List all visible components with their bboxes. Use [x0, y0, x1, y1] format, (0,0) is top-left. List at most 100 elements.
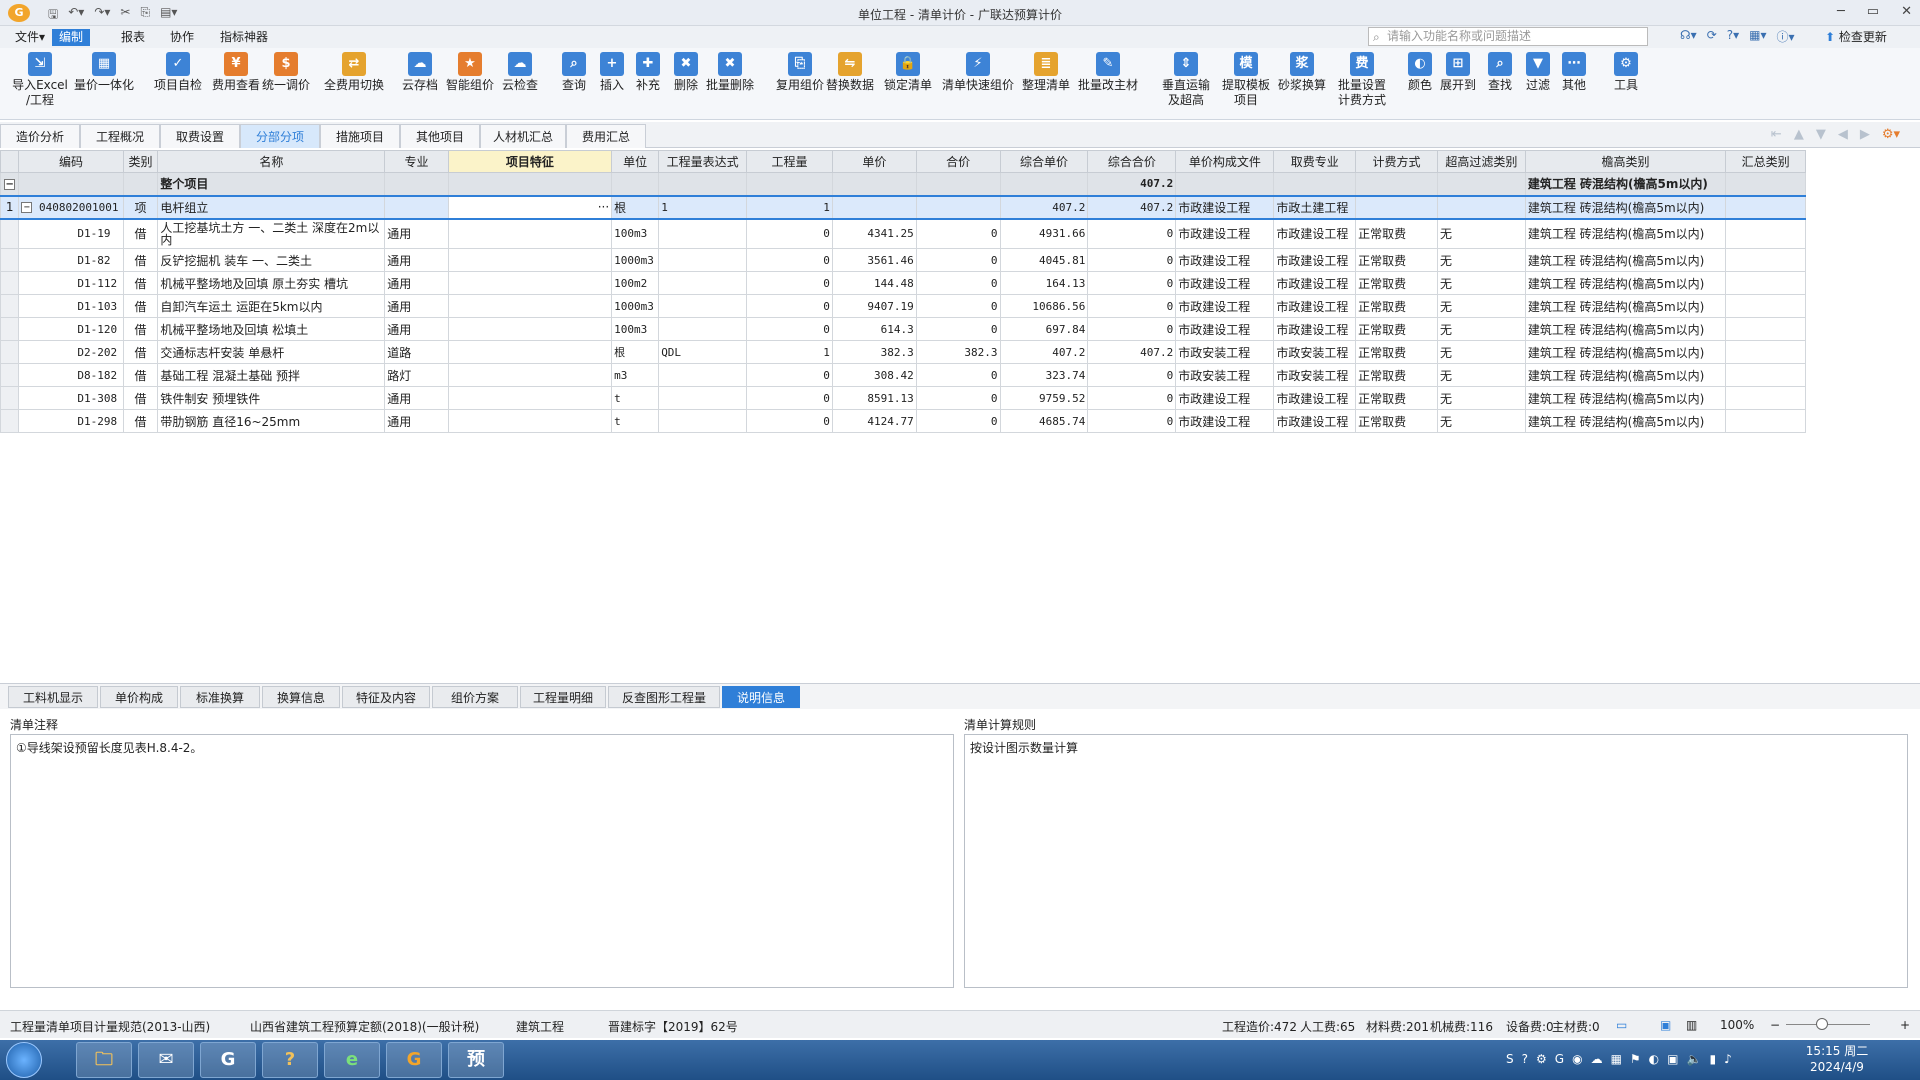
ribbon-button-batch-fee[interactable]: 费批量设置 计费方式 [1330, 52, 1394, 108]
detail-tab-2[interactable]: 标准换算 [180, 686, 260, 708]
row-amount[interactable]: 0 [915, 363, 1001, 387]
column-header[interactable]: 类别 [122, 150, 159, 173]
row-amount[interactable]: 0 [915, 271, 1001, 295]
tab-5[interactable]: 其他项目 [400, 124, 480, 148]
row-quantity[interactable]: 0 [746, 218, 833, 249]
row-name[interactable]: 带肋钢筋 直径16~25mm [157, 409, 386, 433]
ribbon-button-quick-price[interactable]: ⚡ 清单快速组价 [939, 52, 1017, 93]
tab-6[interactable]: 人材机汇总 [480, 124, 566, 148]
row-comp-price[interactable]: 323.74 [999, 363, 1089, 387]
row-feature[interactable] [447, 317, 613, 341]
refresh-icon[interactable]: ⟳ [1707, 28, 1717, 45]
row-fee-method[interactable]: 正常取费 [1355, 340, 1438, 364]
layout-icon[interactable]: ▭ [1616, 1018, 1627, 1032]
row-fee-method[interactable]: 正常取费 [1355, 294, 1438, 318]
tray-network-icon[interactable]: ▦ [1611, 1052, 1622, 1066]
row-comp-amount[interactable]: 0 [1087, 386, 1177, 410]
row-price-file[interactable]: 市政安装工程 [1175, 363, 1275, 387]
ribbon-button-qty-price[interactable]: ▦ 量价一体化 [71, 52, 137, 93]
help-icon[interactable]: ?▾ [1727, 28, 1739, 45]
detail-tab-6[interactable]: 工程量明细 [520, 686, 606, 708]
table-row[interactable]: D8-182 借基础工程 混凝土基础 预拌 路灯 m3 0 308.42 0 323.74 0 市… [0, 363, 1806, 387]
row-price[interactable]: 382.3 [831, 340, 917, 364]
row-type[interactable]: 借 [122, 294, 159, 318]
row-quantity[interactable]: 0 [746, 271, 833, 295]
row-expression[interactable] [658, 294, 748, 318]
row-code[interactable]: − 040802001001 [18, 194, 124, 220]
row-feature[interactable] [447, 386, 613, 410]
detail-tab-3[interactable]: 换算信息 [262, 686, 340, 708]
column-header[interactable]: 综合单价 [999, 150, 1089, 173]
row-price[interactable]: 8591.13 [831, 386, 917, 410]
column-header[interactable]: 计费方式 [1355, 150, 1438, 173]
column-header[interactable]: 超高过滤类别 [1436, 150, 1526, 173]
column-header[interactable]: 编码 [18, 150, 124, 173]
row-profession[interactable]: 市政建设工程 [1273, 294, 1357, 318]
tab-3[interactable]: 分部分项 [240, 124, 320, 148]
app-taskbar-icon-1[interactable]: ✉ [138, 1042, 194, 1078]
row-name[interactable]: 交通标志杆安装 单悬杆 [157, 340, 386, 364]
row-profession[interactable]: 市政建设工程 [1273, 317, 1357, 341]
app-taskbar-icon-2[interactable]: G [200, 1042, 256, 1078]
row-expression[interactable] [658, 218, 748, 249]
row-unit[interactable]: t [611, 409, 660, 433]
row-over-height[interactable]: 无 [1436, 340, 1526, 364]
row-expression[interactable] [658, 409, 748, 433]
row-quantity[interactable]: 1 [746, 340, 833, 364]
row-expression[interactable]: 1 [658, 194, 748, 220]
row-expression[interactable] [658, 363, 748, 387]
row-price-file[interactable]: 市政安装工程 [1175, 340, 1275, 364]
menu-item-1[interactable]: 编制 [52, 29, 91, 46]
ribbon-button-extract-template[interactable]: 模提取模板 项目 [1218, 52, 1274, 108]
calc-rule-textarea[interactable]: 按设计图示数量计算 [964, 734, 1908, 988]
tab-1[interactable]: 工程概况 [80, 124, 160, 148]
row-expression[interactable] [658, 386, 748, 410]
row-type[interactable]: 借 [122, 317, 159, 341]
row-fee-method[interactable]: 正常取费 [1355, 248, 1438, 272]
row-unit[interactable]: 1000m3 [611, 248, 660, 272]
row-unit[interactable]: 100m3 [611, 218, 660, 249]
column-header[interactable]: 工程量 [746, 150, 833, 173]
row-name[interactable]: 铁件制安 预埋铁件 [157, 386, 386, 410]
ribbon-button-insert[interactable]: + 插入 [592, 52, 632, 93]
row-profession[interactable]: 市政安装工程 [1273, 363, 1357, 387]
row-quantity[interactable]: 0 [746, 409, 833, 433]
row-comp-price[interactable]: 4045.81 [999, 248, 1089, 272]
detail-tab-7[interactable]: 反查图形工程量 [608, 686, 720, 708]
tab-2[interactable]: 取费设置 [160, 124, 240, 148]
row-major[interactable]: 通用 [384, 271, 449, 295]
row-expression[interactable]: QDL [658, 340, 748, 364]
row-amount[interactable]: 0 [915, 248, 1001, 272]
row-fee-method[interactable]: 正常取费 [1355, 271, 1438, 295]
row-over-height[interactable]: 无 [1436, 317, 1526, 341]
ribbon-button-filter[interactable]: ▼ 过滤 [1522, 52, 1554, 93]
row-summary[interactable] [1725, 363, 1806, 387]
row-unit[interactable]: m3 [611, 363, 660, 387]
row-over-height[interactable]: 无 [1436, 271, 1526, 295]
row-price-file[interactable]: 市政建设工程 [1175, 294, 1275, 318]
tab-7[interactable]: 费用汇总 [566, 124, 646, 148]
row-amount[interactable]: 0 [915, 294, 1001, 318]
row-height-category[interactable]: 建筑工程 砖混结构(檐高5m以内) [1524, 317, 1727, 341]
ribbon-button-organize-list[interactable]: ≣ 整理清单 [1016, 52, 1076, 93]
row-major[interactable]: 通用 [384, 218, 449, 249]
browser-taskbar-icon[interactable]: e [324, 1042, 380, 1078]
tab-4[interactable]: 措施项目 [320, 124, 400, 148]
row-height-category[interactable]: 建筑工程 砖混结构(檐高5m以内) [1524, 363, 1727, 387]
column-header[interactable]: 专业 [384, 150, 449, 173]
row-quantity[interactable]: 0 [746, 248, 833, 272]
row-fee-method[interactable]: 正常取费 [1355, 317, 1438, 341]
row-type[interactable]: 借 [122, 248, 159, 272]
table-row[interactable]: D1-103 借自卸汽车运土 运距在5km以内 通用 1000m3 0 9407.19 0 1… [0, 294, 1806, 318]
close-button[interactable]: ✕ [1901, 4, 1912, 19]
row-feature[interactable] [447, 363, 613, 387]
detail-tab-8[interactable]: 说明信息 [722, 686, 800, 708]
row-comp-price[interactable]: 4931.66 [999, 218, 1089, 249]
row-name[interactable]: 自卸汽车运土 运距在5km以内 [157, 294, 386, 318]
table-row[interactable]: D1-308 借铁件制安 预埋铁件 通用 t 0 8591.13 0 9759.52 0 市政建设… [0, 386, 1806, 410]
row-name[interactable]: 机械平整场地及回填 原土夯实 槽坑 [157, 271, 386, 295]
row-feature[interactable] [447, 271, 613, 295]
ribbon-button-cloud-check[interactable]: ☁ 云检查 [496, 52, 544, 93]
ribbon-button-fee-switch[interactable]: ⇄ 全费用切换 [321, 52, 387, 93]
ribbon-button-tools[interactable]: ⚙ 工具 [1606, 52, 1646, 93]
